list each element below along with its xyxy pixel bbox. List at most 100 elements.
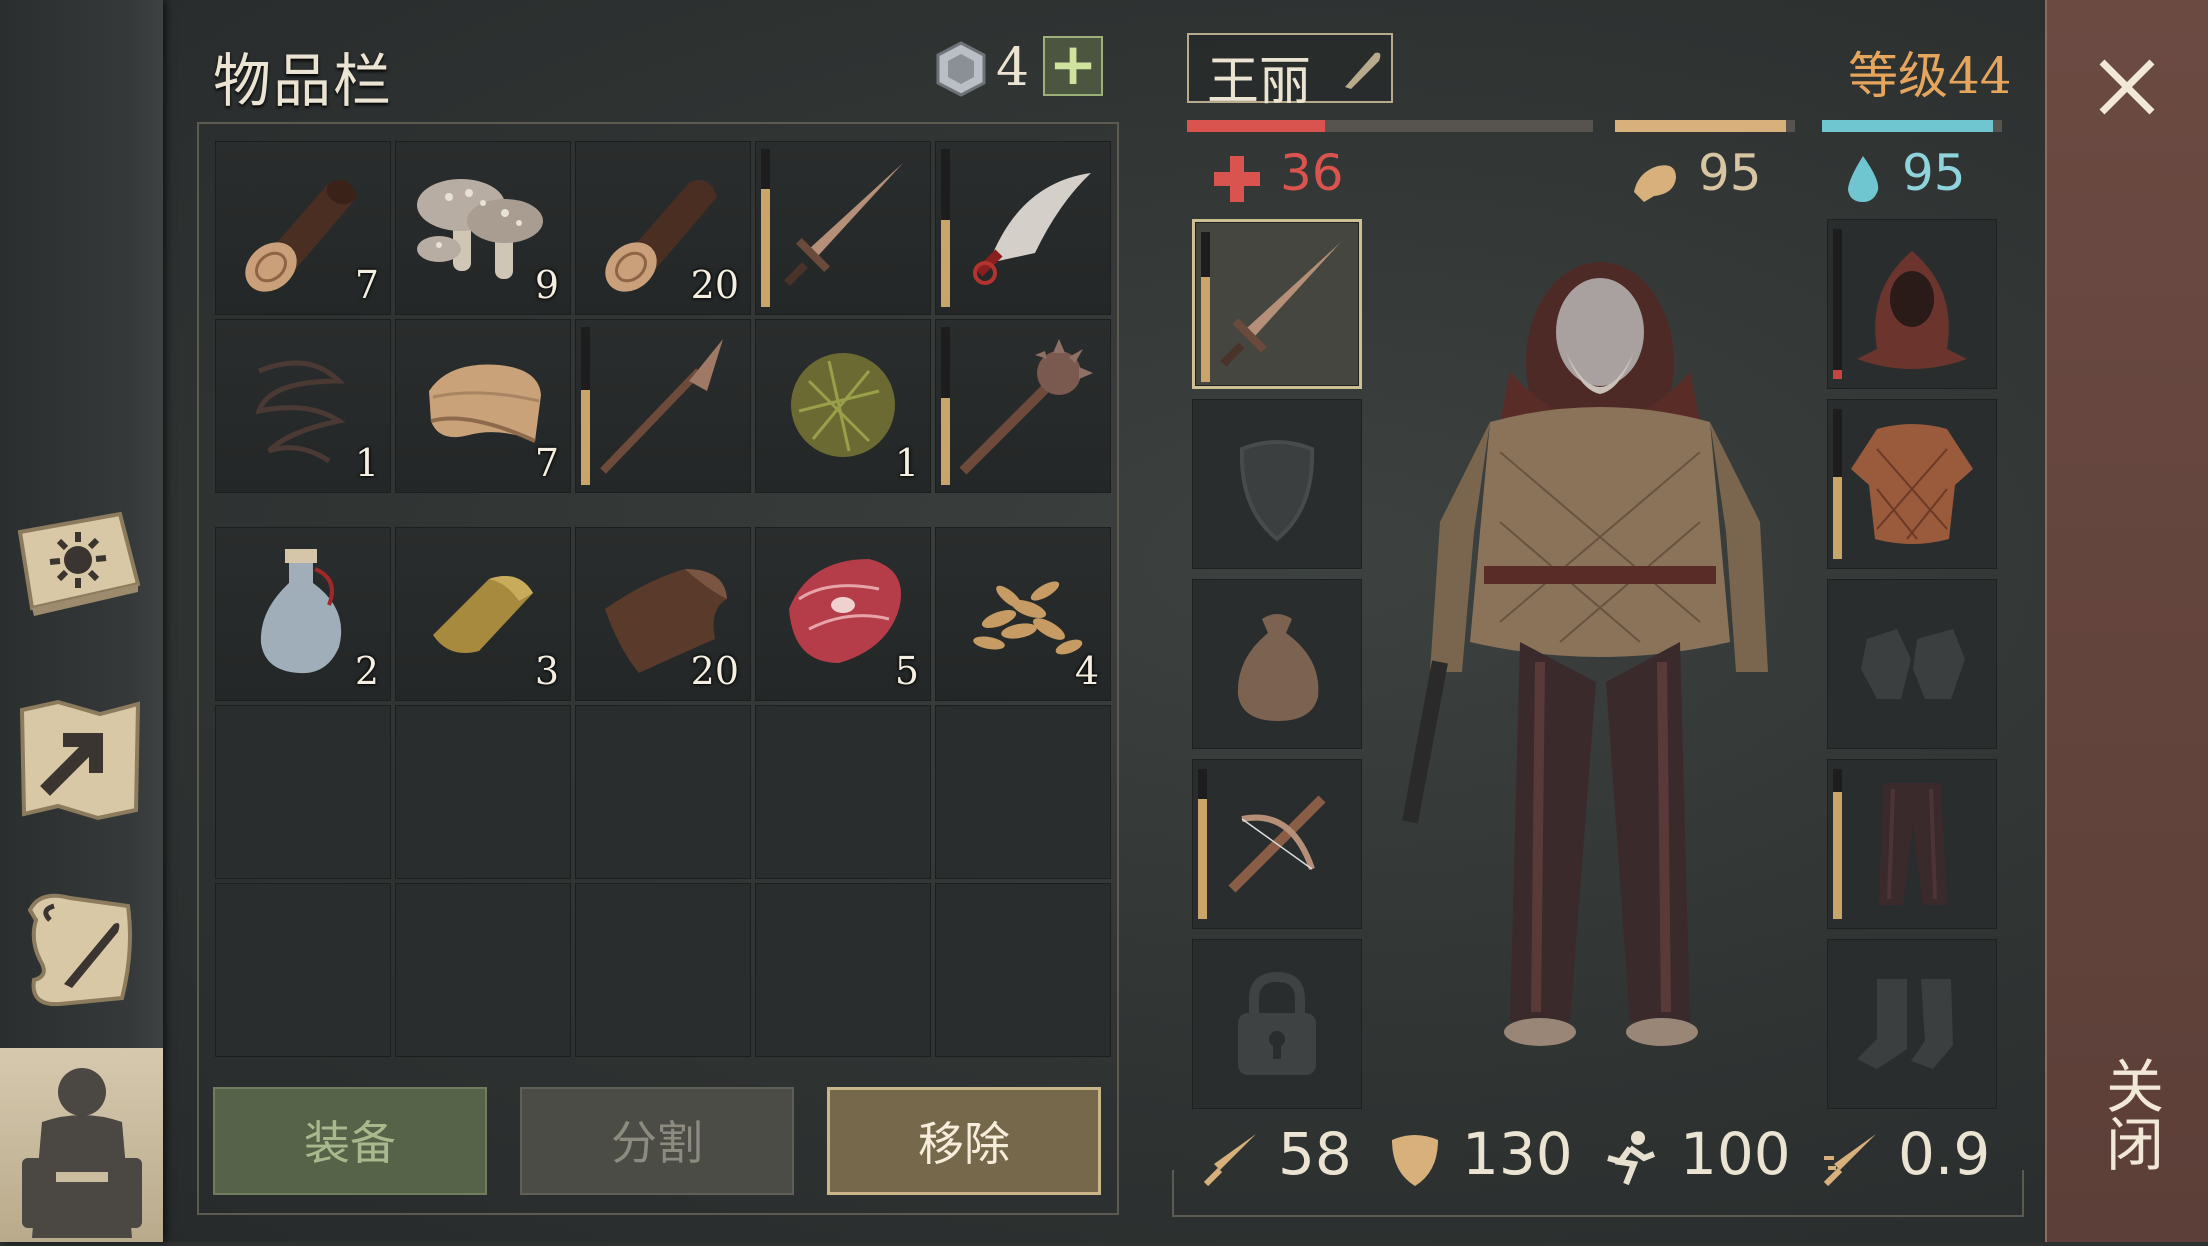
inventory-title: 物品栏 — [213, 47, 394, 115]
gloves-slot[interactable] — [1827, 579, 1997, 749]
item-quantity: 20 — [690, 263, 739, 307]
ranged-slot[interactable] — [1192, 759, 1362, 929]
shield-slot[interactable] — [1192, 399, 1362, 569]
inventory-slot-empty[interactable] — [215, 883, 391, 1057]
inventory-slot-empty[interactable] — [755, 883, 931, 1057]
inventory-slot-empty[interactable] — [755, 705, 931, 879]
inventory-slot[interactable]: 1 — [755, 319, 931, 493]
defense-stat: 130 — [1384, 1120, 1573, 1188]
inventory-slot[interactable]: 4 — [935, 527, 1111, 701]
sword-icon — [1220, 242, 1341, 367]
inventory-slot[interactable]: 5 — [755, 527, 931, 701]
water-value: 95 — [1902, 144, 1966, 202]
inventory-nav-tab[interactable] — [0, 1048, 163, 1242]
sack-icon — [1237, 614, 1319, 721]
inventory-slot-empty[interactable] — [395, 705, 571, 879]
map-button[interactable] — [10, 690, 150, 830]
item-quantity: 7 — [534, 441, 559, 485]
inventory-slot[interactable]: 7 — [215, 141, 391, 315]
inventory-slot[interactable] — [935, 319, 1111, 493]
item-quantity: 1 — [354, 441, 379, 485]
coin-count: 4 — [996, 38, 1030, 98]
item-quantity: 9 — [534, 263, 559, 307]
inventory-slot[interactable]: 20 — [575, 141, 751, 315]
add-coins-button[interactable]: + — [1043, 35, 1103, 96]
speed-stat: 100 — [1600, 1120, 1791, 1188]
attack-value: 58 — [1278, 1120, 1352, 1188]
inventory-slot[interactable]: 2 — [215, 527, 391, 701]
inventory-slot[interactable]: 7 — [395, 319, 571, 493]
defense-value: 130 — [1462, 1120, 1573, 1188]
inventory-grid-bottom: 2 3 20 5 4 — [215, 527, 1111, 1057]
rename-quill-icon — [1345, 52, 1381, 89]
attack-speed-icon — [1823, 1134, 1876, 1187]
scroll-quill-icon — [27, 893, 132, 1007]
padded-jacket-icon — [1851, 424, 1973, 544]
inventory-slot[interactable] — [575, 319, 751, 493]
inventory-slot-empty[interactable] — [575, 705, 751, 879]
item-quantity: 4 — [1074, 649, 1099, 693]
remove-button[interactable]: 移除 — [827, 1087, 1101, 1195]
health-stat: 36 — [1210, 144, 1344, 202]
chest-slot[interactable] — [1827, 399, 1997, 569]
item-quantity: 1 — [894, 441, 919, 485]
character-level: 等级44 — [1848, 47, 2012, 105]
inventory-grid-top: 7 9 20 1 7 1 — [215, 141, 1111, 493]
spear-icon — [600, 339, 723, 474]
boots-icon — [1857, 979, 1953, 1069]
weapon-slot[interactable] — [1192, 219, 1362, 389]
map-icon — [19, 699, 141, 821]
inventory-slot-empty[interactable] — [215, 705, 391, 879]
inventory-slot[interactable] — [935, 141, 1111, 315]
bag-slot[interactable] — [1192, 579, 1362, 749]
defense-shield-icon — [1392, 1135, 1438, 1186]
inventory-slot[interactable]: 20 — [575, 527, 751, 701]
attack-speed-stat: 0.9 — [1820, 1120, 1990, 1188]
equip-button[interactable]: 装备 — [213, 1087, 487, 1195]
trousers-icon — [1879, 783, 1947, 905]
inventory-slot-empty[interactable] — [935, 705, 1111, 879]
inventory-slot-empty[interactable] — [575, 883, 751, 1057]
sun-book-icon — [17, 511, 141, 616]
running-man-icon — [1607, 1131, 1656, 1186]
close-icon[interactable] — [2092, 52, 2162, 122]
character-name: 王丽 — [1207, 52, 1312, 112]
shield-icon — [1239, 440, 1315, 542]
gloves-icon — [1861, 629, 1965, 699]
attack-dagger-icon — [1203, 1134, 1256, 1187]
inventory-slot[interactable]: 9 — [395, 141, 571, 315]
inventory-slot-empty[interactable] — [395, 883, 571, 1057]
character-name-box[interactable]: 王丽 — [1187, 33, 1393, 112]
inventory-slot[interactable] — [755, 141, 931, 315]
hood-icon — [1857, 251, 1967, 369]
water-bar — [1822, 120, 2002, 132]
scimitar-icon — [973, 173, 1091, 285]
food-stat: 95 — [1628, 144, 1762, 202]
close-label[interactable]: 关闭 — [2092, 1056, 2164, 1172]
coin-icon — [936, 41, 986, 97]
attack-speed-value: 0.9 — [1898, 1120, 1991, 1188]
health-cross-icon — [1214, 156, 1260, 202]
split-button[interactable]: 分割 — [520, 1087, 794, 1195]
food-value: 95 — [1698, 144, 1762, 202]
feet-slot[interactable] — [1827, 939, 1997, 1109]
head-slot[interactable] — [1827, 219, 1997, 389]
inventory-slot-empty[interactable] — [935, 883, 1111, 1057]
attack-stat: 58 — [1200, 1120, 1352, 1188]
legs-slot[interactable] — [1827, 759, 1997, 929]
locked-slot — [1192, 939, 1362, 1109]
crossbow-icon — [1228, 795, 1326, 893]
character-model — [1402, 262, 1768, 1046]
item-quantity: 20 — [690, 649, 739, 693]
quest-button[interactable] — [10, 880, 150, 1020]
food-bar — [1615, 120, 1795, 132]
journal-button[interactable] — [10, 492, 150, 632]
water-stat: 95 — [1836, 144, 1966, 202]
health-value: 36 — [1280, 144, 1344, 202]
speed-value: 100 — [1680, 1120, 1791, 1188]
item-quantity: 2 — [354, 649, 379, 693]
character-backpack-icon — [22, 1068, 142, 1238]
inventory-slot[interactable]: 3 — [395, 527, 571, 701]
inventory-slot[interactable]: 1 — [215, 319, 391, 493]
item-quantity: 7 — [354, 263, 379, 307]
